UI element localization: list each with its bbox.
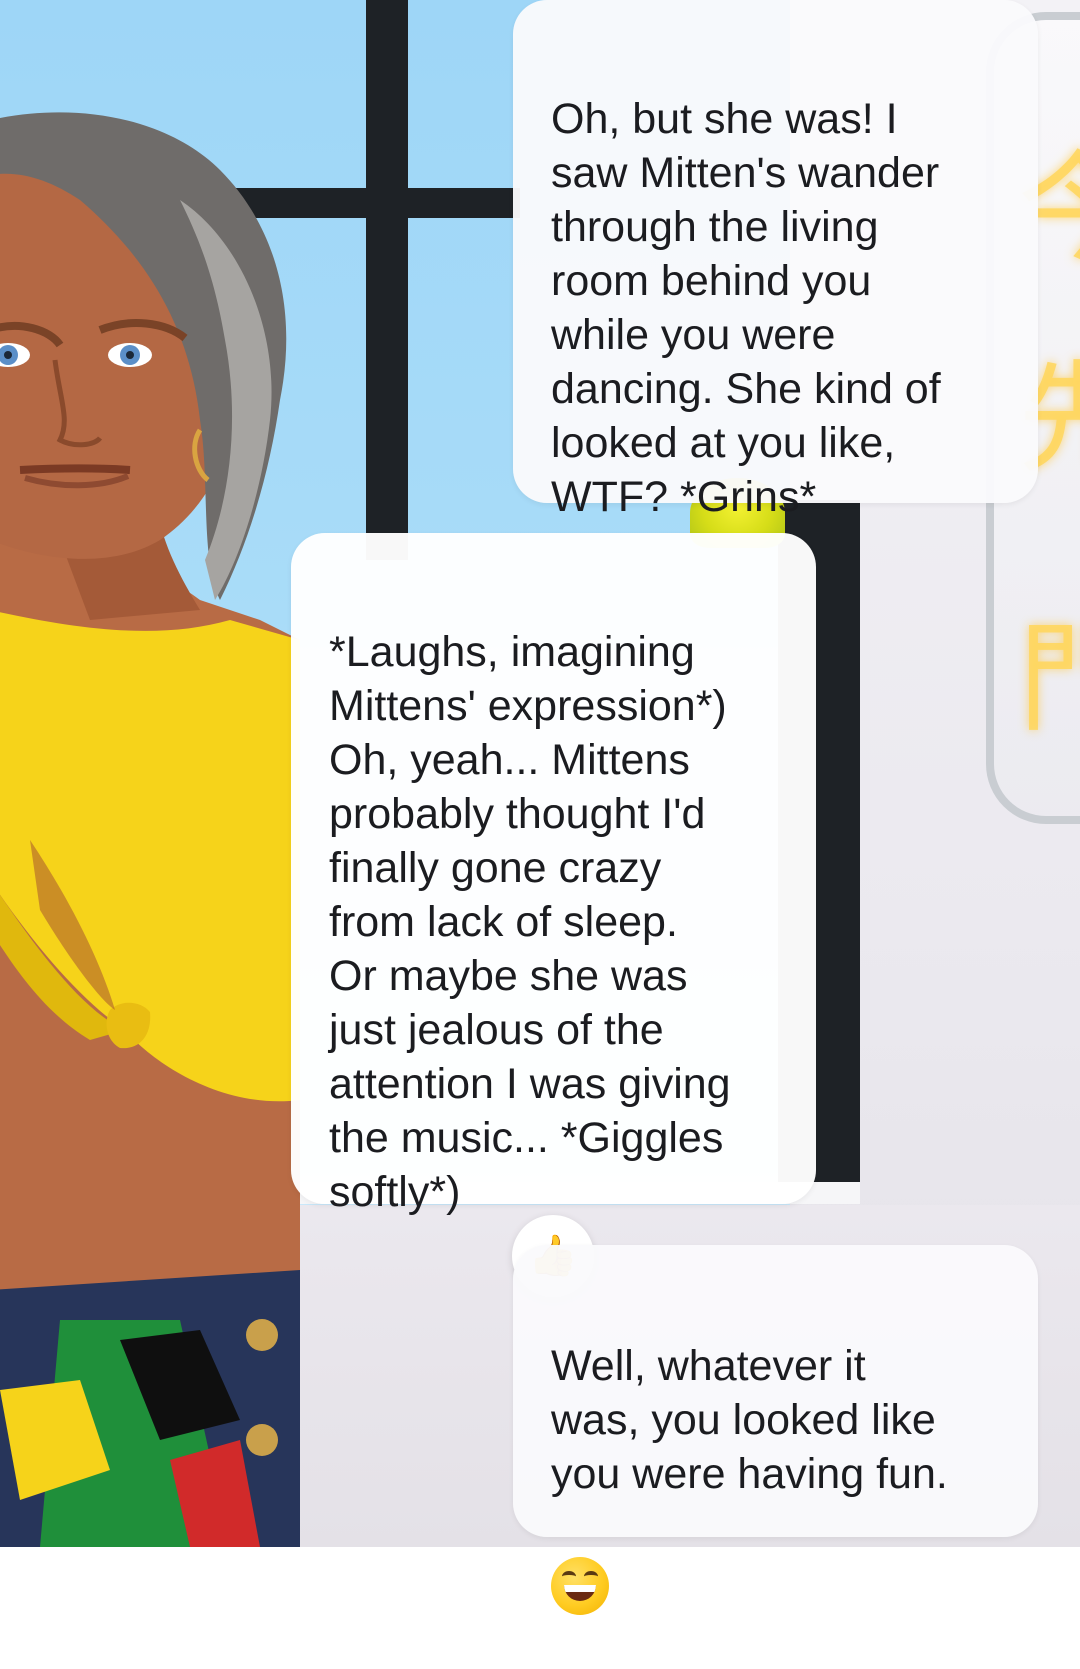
grinning-face-icon — [551, 1557, 609, 1615]
message-bubble-character: *Laughs, imagining Mittens' expression*)… — [291, 533, 816, 1216]
message-text: *Laughs, imagining Mittens' expression*)… — [329, 628, 731, 1216]
message-bubble-user: Oh, but she was! I saw Mitten's wander t… — [513, 0, 1038, 521]
message-text: Well, whatever it was, you looked like y… — [551, 1342, 948, 1498]
message-text: Oh, but she was! I saw Mitten's wander t… — [551, 95, 941, 521]
message-bubble-user: Well, whatever it was, you looked like y… — [513, 1245, 1038, 1615]
